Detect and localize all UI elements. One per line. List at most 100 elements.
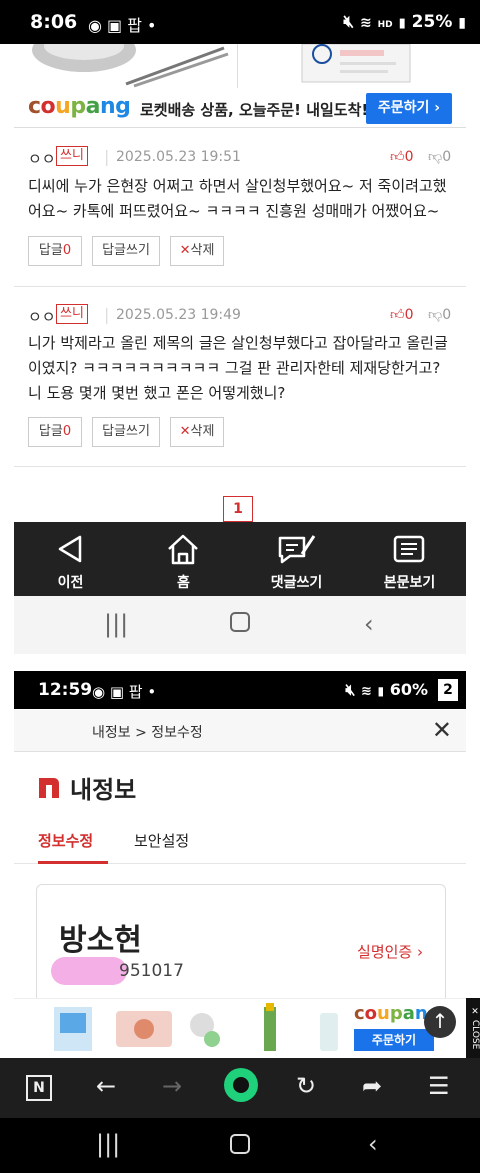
write-reply-button[interactable]: 답글쓰기 bbox=[92, 417, 160, 447]
naver-app-icon[interactable]: N bbox=[26, 1075, 52, 1101]
system-nav-bar: ||| ‹ bbox=[14, 596, 466, 654]
write-reply-button[interactable]: 답글쓰기 bbox=[92, 236, 160, 266]
page-number-button[interactable]: 1 bbox=[223, 496, 253, 522]
nav-home[interactable]: 홈 bbox=[127, 522, 240, 596]
separator: | bbox=[104, 305, 110, 324]
status-app-icons: ◉ ▣ 팝 • bbox=[92, 683, 157, 701]
comment-text: 니가 박제라고 올린 제목의 글은 살인청부했다고 잡아달라고 올린글이였지? … bbox=[28, 334, 448, 402]
upvote-button[interactable]: 👍︎0 bbox=[390, 148, 414, 165]
browser-toolbar: N ← → ↻ ➦ ☰ bbox=[0, 1058, 480, 1118]
status-bar: 8:06 ◉ ▣ 팝 • 🔇︎ ≋ HD ▮ 25% ▮ bbox=[0, 0, 480, 44]
ad-product-images bbox=[54, 1003, 338, 1051]
ad-close-button[interactable]: ✕ CLOSE bbox=[466, 998, 480, 1058]
recents-icon[interactable]: ||| bbox=[104, 610, 128, 638]
delete-label: 삭제 bbox=[190, 243, 215, 258]
real-name-verify-link[interactable]: 실명인증 › bbox=[357, 941, 423, 962]
screenshot-number-badge: 2 bbox=[438, 679, 458, 701]
divider bbox=[14, 466, 466, 467]
signal-icon: ▮ bbox=[377, 684, 385, 698]
author-badge: 쓰니 bbox=[56, 304, 88, 324]
nav-view-article[interactable]: 본문보기 bbox=[353, 522, 466, 596]
upvote-count: 0 bbox=[404, 307, 414, 323]
comment-author: ㅇㅇ bbox=[28, 308, 56, 326]
profile-card: 방소현 실명인증 › 951017 bbox=[36, 884, 446, 1004]
subpage-header: 내정보 > 정보수정 ✕ bbox=[14, 710, 466, 752]
downvote-button[interactable]: 👎︎0 bbox=[428, 306, 451, 323]
green-dot-icon[interactable] bbox=[224, 1068, 258, 1102]
thumbs-up-icon: 👍︎ bbox=[390, 149, 405, 165]
author-badge: 쓰니 bbox=[56, 146, 88, 166]
user-name: 방소현 bbox=[59, 923, 142, 958]
document-icon bbox=[393, 535, 425, 563]
mute-icon: 🔇︎ bbox=[345, 680, 356, 699]
thumbs-down-icon: 👎︎ bbox=[428, 149, 443, 165]
refresh-icon[interactable]: ↻ bbox=[296, 1072, 316, 1100]
delete-button[interactable]: ✕삭제 bbox=[170, 236, 224, 266]
redaction-blur bbox=[51, 957, 127, 985]
comment-item: ㅇㅇ 쓰니 | 2025.05.23 19:49 👍︎0 👎︎0 니가 박제라고… bbox=[14, 287, 466, 467]
active-tab-indicator bbox=[38, 861, 108, 864]
status-right: 🔇︎ ≋ HD ▮ 25% ▮ bbox=[343, 12, 466, 32]
reply-button[interactable]: 답글0 bbox=[28, 417, 82, 447]
nav-prev[interactable]: 이전 bbox=[14, 522, 127, 596]
tab-security[interactable]: 보안설정 bbox=[134, 830, 189, 851]
home-icon bbox=[168, 534, 198, 565]
tab-bar: 정보수정 보안설정 bbox=[14, 820, 466, 864]
comment-item: ㅇㅇ 쓰니 | 2025.05.23 19:51 👍︎0 👎︎0 디씨에 누가 … bbox=[14, 128, 466, 288]
close-icon: ✕ bbox=[179, 424, 191, 439]
coupang-banner[interactable]: coupang 로켓배송 상품, 오늘주문! 내일도착! 주문하기 › bbox=[14, 90, 466, 128]
hd-indicator: HD bbox=[377, 20, 393, 30]
forward-arrow-icon[interactable]: → bbox=[162, 1072, 182, 1100]
screen: 8:06 ◉ ▣ 팝 • 🔇︎ ≋ HD ▮ 25% ▮ coupang 로켓배… bbox=[0, 0, 480, 1173]
reply-count: 0 bbox=[62, 424, 72, 439]
menu-icon[interactable]: ☰ bbox=[428, 1072, 450, 1100]
share-icon[interactable]: ➦ bbox=[362, 1072, 382, 1100]
home-button-icon[interactable] bbox=[230, 612, 250, 632]
close-icon[interactable]: ✕ bbox=[432, 716, 452, 744]
delete-button[interactable]: ✕삭제 bbox=[170, 417, 224, 447]
ad-banner[interactable]: coupang 주문하기 bbox=[14, 998, 466, 1058]
status-time-2: 12:59 bbox=[38, 680, 93, 700]
birth-date: 951017 bbox=[119, 961, 184, 981]
upvote-count: 0 bbox=[404, 149, 414, 165]
close-icon: ✕ bbox=[179, 243, 191, 258]
signal-icon: ▮ bbox=[398, 16, 406, 31]
status-app-icons: ◉ ▣ 팝 • bbox=[88, 16, 157, 35]
page-title: 내정보 bbox=[70, 776, 137, 804]
product-image-box[interactable] bbox=[242, 43, 466, 88]
comment-text: 디씨에 누가 은현장 어쩌고 하면서 살인청부했어요~ 저 죽이려고했어요~ 카… bbox=[28, 177, 447, 220]
tab-edit-info[interactable]: 정보수정 bbox=[38, 830, 93, 851]
nav-write-comment-label: 댓글쓰기 bbox=[270, 575, 323, 591]
order-button[interactable]: 주문하기 › bbox=[366, 93, 452, 124]
system-nav-bar-2: ||| ‹ bbox=[0, 1118, 480, 1173]
upvote-button[interactable]: 👍︎0 bbox=[390, 306, 414, 323]
back-icon[interactable]: ‹ bbox=[364, 610, 374, 638]
downvote-button[interactable]: 👎︎0 bbox=[428, 148, 451, 165]
product-thumbnails[interactable] bbox=[14, 28, 466, 90]
separator: | bbox=[104, 147, 110, 166]
thumbs-down-icon: 👎︎ bbox=[428, 307, 443, 323]
mute-icon: 🔇︎ bbox=[343, 12, 355, 32]
status-bar-2: 12:59 ◉ ▣ 팝 • 🔇︎ ≋ ▮ 60% 2 bbox=[14, 671, 466, 709]
thumbs-up-icon: 👍︎ bbox=[390, 307, 405, 323]
reply-button[interactable]: 답글0 bbox=[28, 236, 82, 266]
home-button-icon[interactable] bbox=[230, 1134, 250, 1154]
ad-order-button[interactable]: 주문하기 bbox=[354, 1029, 434, 1051]
back-triangle-icon bbox=[58, 535, 82, 563]
delete-label: 삭제 bbox=[190, 424, 215, 439]
reply-label: 답글 bbox=[38, 424, 63, 439]
nav-home-label: 홈 bbox=[177, 575, 190, 591]
status-time: 8:06 bbox=[30, 11, 78, 33]
battery-icon: ▮ bbox=[458, 15, 466, 31]
downvote-count: 0 bbox=[442, 149, 452, 165]
reply-count: 0 bbox=[62, 243, 72, 258]
bottom-nav: 이전 홈 댓글쓰기 본문보기 bbox=[14, 522, 466, 596]
back-arrow-icon[interactable]: ← bbox=[96, 1072, 116, 1100]
back-icon[interactable]: ‹ bbox=[368, 1130, 378, 1158]
nav-write-comment[interactable]: 댓글쓰기 bbox=[240, 522, 353, 596]
recents-icon[interactable]: ||| bbox=[96, 1130, 120, 1158]
product-image-cookware[interactable] bbox=[14, 28, 238, 88]
comment-write-icon bbox=[278, 535, 316, 564]
wifi-icon: ≋ bbox=[359, 15, 372, 31]
scroll-top-button[interactable]: ↑ bbox=[424, 1006, 456, 1038]
